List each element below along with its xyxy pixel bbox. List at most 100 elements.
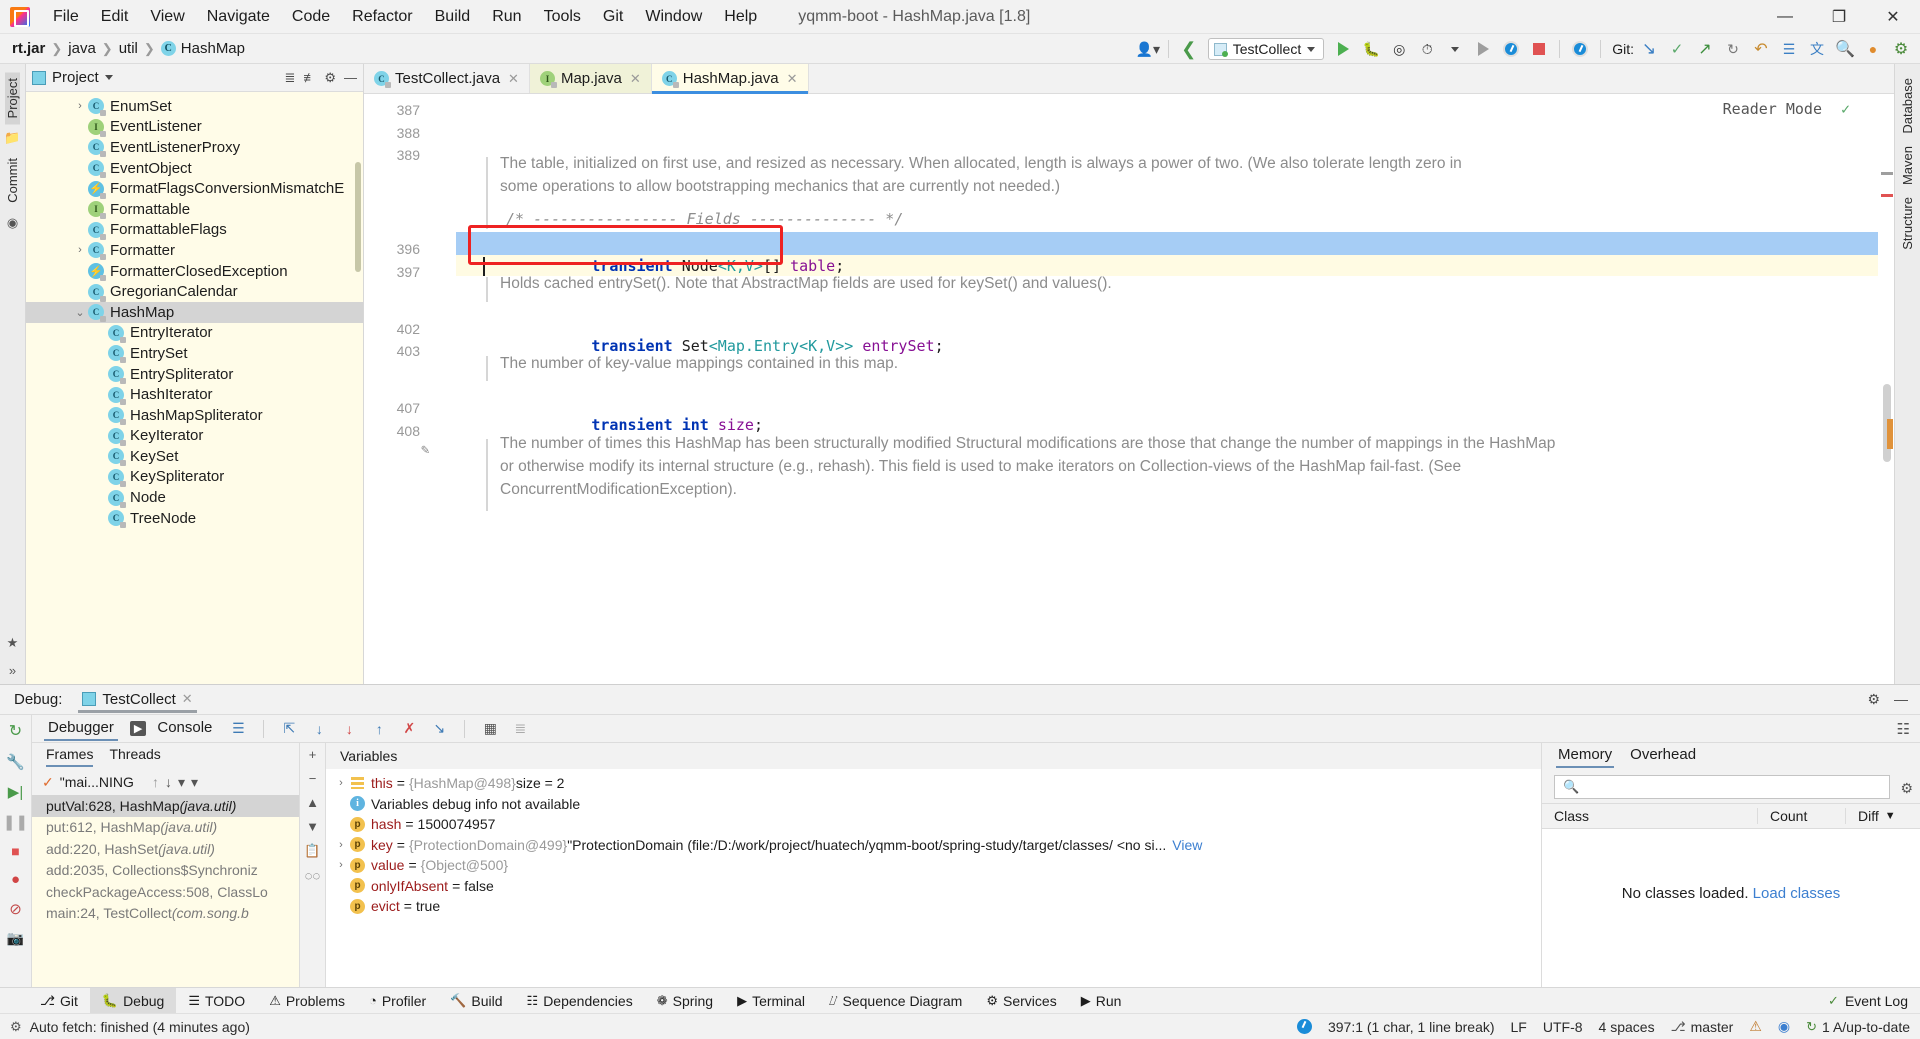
pause-icon[interactable]: ❚❚ — [3, 813, 28, 831]
tree-item[interactable]: C EntryIterator — [26, 323, 363, 344]
toolwindow-button-git[interactable]: ⎇ Git — [28, 988, 90, 1014]
settings-icon[interactable]: ⚙ — [1888, 37, 1914, 61]
subtab-threads[interactable]: Threads — [109, 746, 160, 767]
reader-mode-label[interactable]: Reader Mode — [1723, 100, 1822, 118]
tree-item[interactable]: C KeySet — [26, 446, 363, 467]
browser-icon[interactable]: ◉ — [1778, 1018, 1790, 1035]
tab-overhead[interactable]: Overhead — [1630, 746, 1696, 768]
profile-icon[interactable]: ⏱ — [1414, 37, 1440, 61]
settings-icon[interactable]: ⚙ — [1900, 780, 1913, 797]
back-arrow-icon[interactable]: ❮ — [1176, 37, 1202, 61]
toolwindow-button-build[interactable]: 🔨 Build — [438, 988, 514, 1014]
menu-file[interactable]: File — [42, 4, 90, 30]
view-link[interactable]: View — [1172, 837, 1202, 853]
layout-icon[interactable]: ☰ — [228, 720, 248, 737]
edit-pencil-icon[interactable]: ✎ — [421, 442, 429, 458]
chevron-right-icon[interactable]: › — [72, 244, 88, 256]
tree-item[interactable]: I Formattable — [26, 199, 363, 220]
settings-wrench-icon[interactable]: 🔧 — [6, 753, 25, 771]
chevron-right-icon[interactable]: › — [332, 859, 350, 871]
mute-breakpoints-icon[interactable]: ⊘ — [9, 900, 22, 918]
variable-row[interactable]: › this = {HashMap@498} size = 2 — [326, 773, 1541, 794]
close-button[interactable]: ✕ — [1866, 0, 1920, 34]
variable-row[interactable]: › p value = {Object@500} — [326, 855, 1541, 876]
expand-all-icon[interactable]: ≣ — [284, 70, 295, 86]
column-diff[interactable]: Diff ▼ — [1846, 808, 1920, 824]
chevron-down-icon[interactable] — [104, 75, 113, 80]
coverage-icon[interactable]: ◎ — [1386, 37, 1412, 61]
toolwindow-button-sequence-diagram[interactable]: ⌰ Sequence Diagram — [817, 988, 974, 1014]
rail-item-structure[interactable]: Structure — [1900, 191, 1915, 256]
tree-item[interactable]: › C Formatter — [26, 240, 363, 261]
frame-row[interactable]: put:612, HashMap (java.util) — [32, 817, 299, 839]
memory-search-field[interactable]: 🔍 ⚙ — [1554, 775, 1913, 799]
git-branch-icon[interactable]: ☰ — [1776, 37, 1802, 61]
step-out-icon[interactable]: ↑ — [369, 721, 389, 737]
tab-testcollect-java[interactable]: C TestCollect.java ✕ — [364, 64, 530, 93]
variable-row[interactable]: › p key = {ProtectionDomain@499} "Protection… — [326, 835, 1541, 856]
variables-list[interactable]: ›this={HashMap@498} size = 2›iVariables … — [326, 769, 1541, 987]
column-class[interactable]: Class — [1542, 808, 1758, 824]
menu-build[interactable]: Build — [424, 4, 482, 30]
link-icon[interactable]: ◌◌ — [305, 868, 320, 883]
frame-row[interactable]: checkPackageAccess:508, ClassLo — [32, 881, 299, 903]
toolwindow-button-spring[interactable]: ❁ Spring — [645, 988, 725, 1014]
copy-icon[interactable]: 📋 — [304, 843, 320, 859]
git-update-icon[interactable]: ↘ — [1636, 37, 1662, 61]
close-icon[interactable]: ✕ — [182, 691, 193, 707]
drop-frame-icon[interactable]: ✗ — [399, 720, 419, 737]
variable-row[interactable]: ›iVariables debug info not available — [326, 794, 1541, 815]
indent-setting[interactable]: 4 spaces — [1599, 1019, 1655, 1035]
tree-item[interactable]: › C EnumSet — [26, 96, 363, 117]
debug-session-tab[interactable]: TestCollect ✕ — [74, 687, 200, 713]
tree-item[interactable]: C KeySpliterator — [26, 467, 363, 488]
tab-hashmap-java[interactable]: C HashMap.java ✕ — [651, 64, 809, 94]
frame-row[interactable]: add:220, HashSet (java.util) — [32, 838, 299, 860]
camera-icon[interactable]: 📷 — [7, 930, 24, 947]
git-history-icon[interactable]: ↻ — [1720, 37, 1746, 61]
menu-refactor[interactable]: Refactor — [341, 4, 423, 30]
chevron-right-icon[interactable]: › — [332, 839, 350, 851]
debug-icon[interactable]: 🐛 — [1358, 37, 1384, 61]
rerun-icon[interactable] — [1470, 37, 1496, 61]
filter-icon[interactable]: ▾ — [178, 774, 185, 791]
maximize-button[interactable]: ❐ — [1812, 0, 1866, 34]
rail-item-commit[interactable]: Commit — [5, 152, 20, 209]
search-icon[interactable]: 🔍 — [1832, 37, 1858, 61]
toolwindow-button-terminal[interactable]: ▶ Terminal — [725, 988, 817, 1014]
tab-console[interactable]: Console — [151, 717, 218, 740]
project-tree[interactable]: › C EnumSet I EventListener C EventListenerPro… — [26, 92, 363, 684]
up-arrow-icon[interactable]: ↑ — [152, 774, 159, 790]
menu-window[interactable]: Window — [634, 4, 713, 30]
event-log-button[interactable]: ✓ Event Log — [1828, 993, 1920, 1009]
variable-row[interactable]: ›pevict=true — [326, 896, 1541, 917]
rail-item-maven[interactable]: Maven — [1900, 140, 1915, 191]
commit-icon[interactable]: ◉ — [7, 215, 18, 231]
breadcrumb-item-java[interactable]: java — [68, 40, 96, 57]
settings-icon[interactable]: ≣ — [510, 720, 530, 737]
breadcrumb-item-util[interactable]: util — [119, 40, 138, 57]
profiler-icon[interactable] — [1296, 1019, 1312, 1034]
tree-item[interactable]: C HashMapSpliterator — [26, 405, 363, 426]
frames-list[interactable]: putVal:628, HashMap (java.util) put:612, … — [32, 795, 299, 987]
load-classes-link[interactable]: Load classes — [1753, 885, 1841, 902]
tree-item[interactable]: C Node — [26, 487, 363, 508]
updates-icon[interactable]: ● — [1860, 37, 1886, 61]
menu-git[interactable]: Git — [592, 4, 634, 30]
down-arrow-icon[interactable]: ↓ — [165, 774, 172, 790]
file-encoding[interactable]: UTF-8 — [1543, 1019, 1583, 1035]
rail-item-database[interactable]: Database — [1900, 72, 1915, 140]
user-icon[interactable]: 👤▾ — [1135, 37, 1161, 61]
toolwindow-button-todo[interactable]: ☰ TODO — [176, 988, 257, 1014]
caret-position[interactable]: 397:1 (1 char, 1 line break) — [1328, 1019, 1495, 1035]
frame-row[interactable]: add:2035, Collections$Synchroniz — [32, 860, 299, 882]
warning-icon[interactable]: ⚠ — [1749, 1018, 1762, 1035]
folder-icon[interactable]: 📁 — [4, 130, 20, 146]
tree-item[interactable]: C FormattableFlags — [26, 220, 363, 241]
tree-item[interactable]: C EntrySpliterator — [26, 364, 363, 385]
stop-icon[interactable] — [1526, 37, 1552, 61]
layout-settings-icon[interactable]: ☷ — [1897, 720, 1920, 738]
tree-item[interactable]: C EntrySet — [26, 343, 363, 364]
settings-icon[interactable]: ⚙ — [1867, 691, 1880, 708]
git-revert-icon[interactable]: ↶ — [1748, 37, 1774, 61]
